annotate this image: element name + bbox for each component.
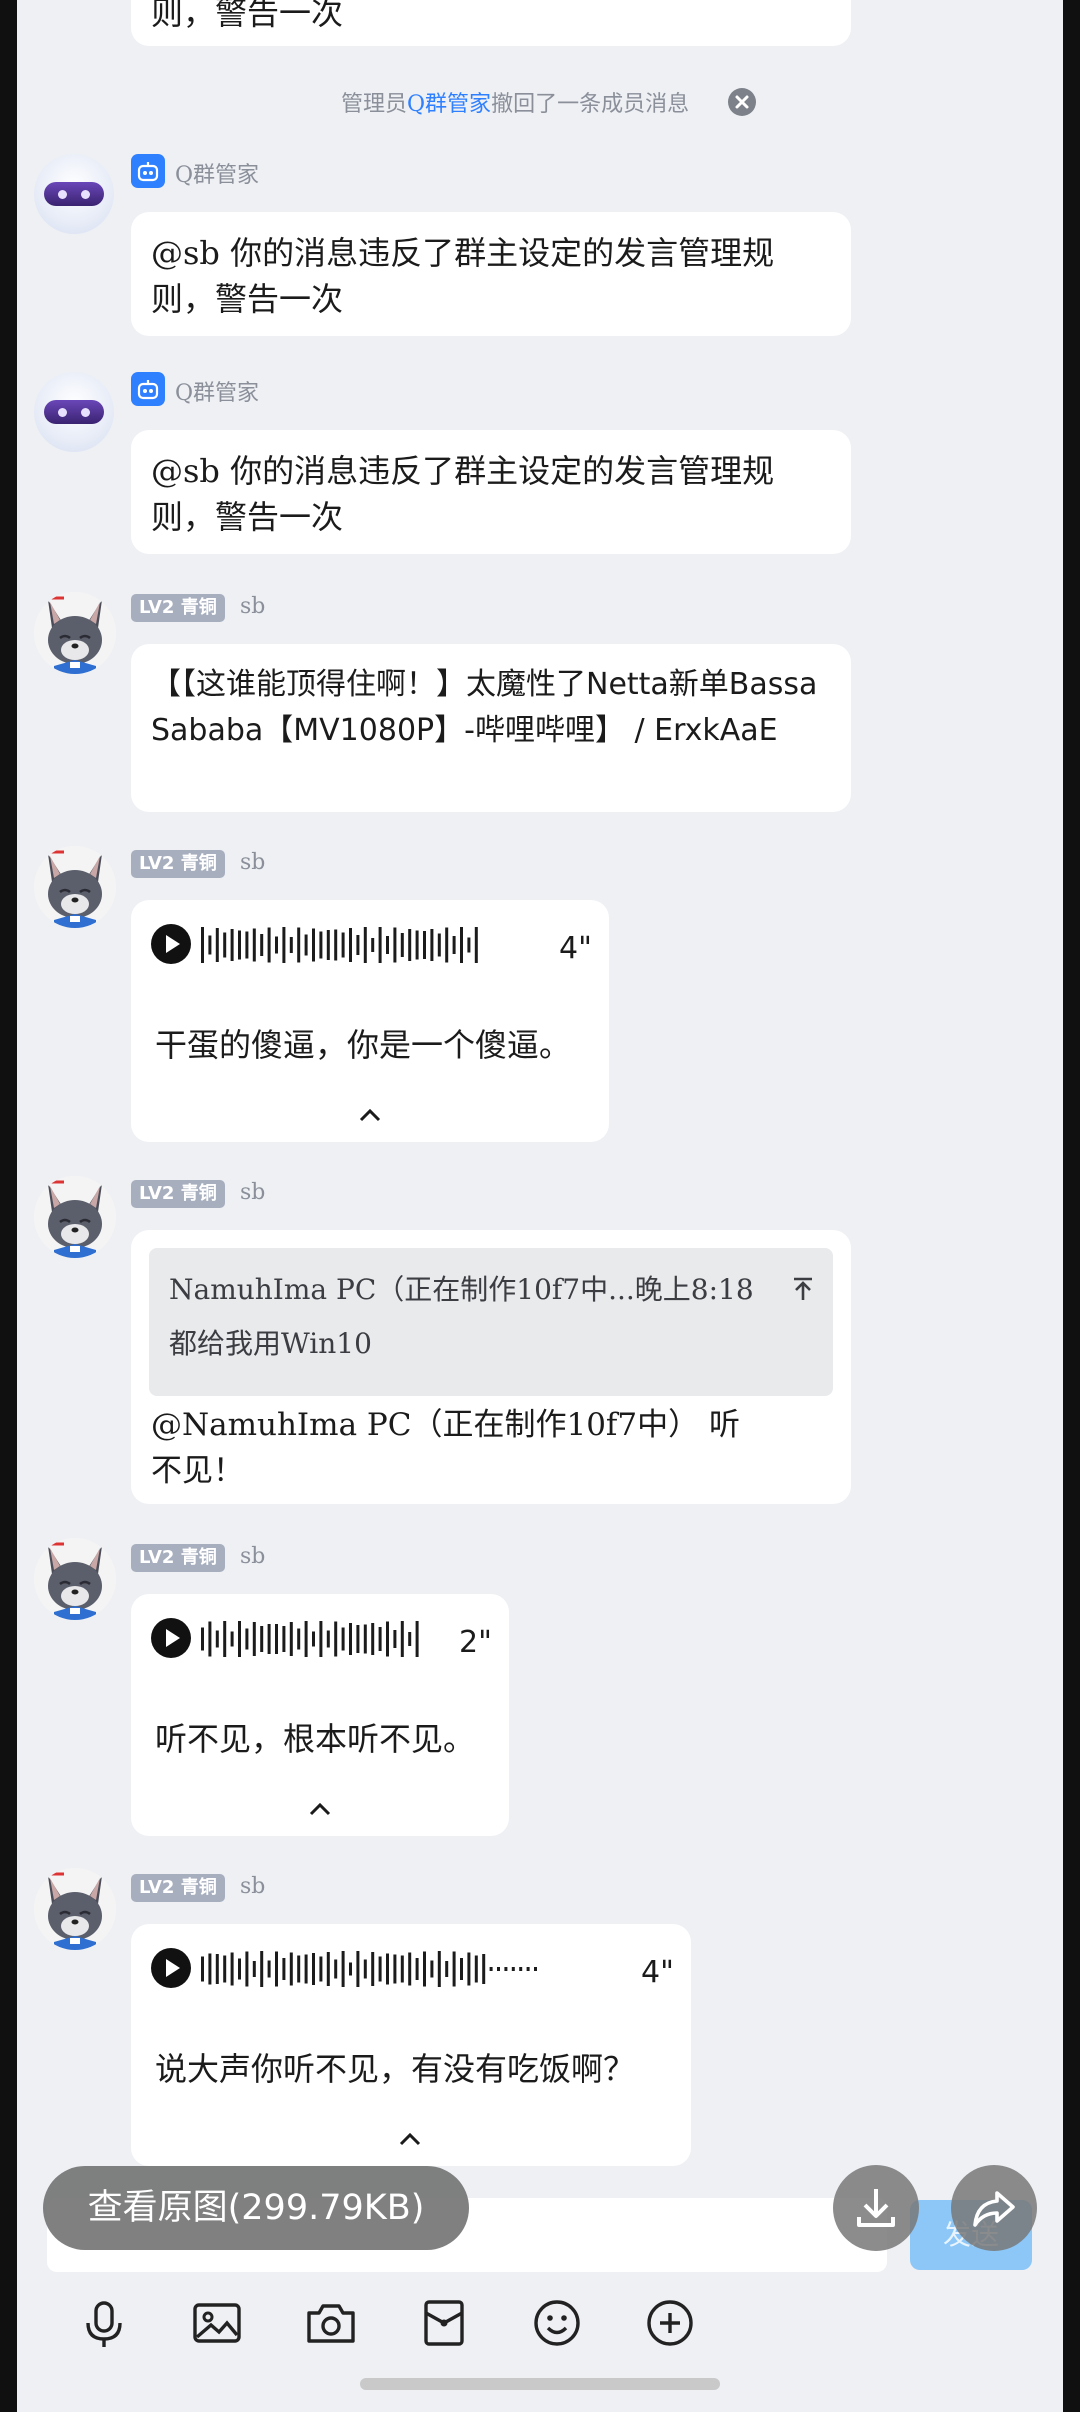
waveform	[201, 1951, 537, 1987]
user-avatar[interactable]	[34, 846, 116, 928]
image-icon[interactable]	[187, 2293, 247, 2353]
message-text: 则，警告一次	[151, 0, 344, 32]
red-packet-icon[interactable]	[414, 2293, 474, 2353]
waveform	[201, 1621, 419, 1657]
voice-duration: 4"	[559, 931, 592, 966]
plus-icon[interactable]	[640, 2293, 700, 2353]
sender-name[interactable]: sb	[240, 1180, 265, 1205]
quoted-message[interactable]: NamuhIma PC（正在制作10f7中...晚上8:18 都给我用Win10	[149, 1248, 833, 1396]
message-text: @sb 你的消息违反了群主设定的发言管理规则，警告一次	[151, 452, 775, 536]
jump-to-quote-icon[interactable]	[791, 1276, 815, 1302]
level-badge: LV2 青铜	[131, 1180, 225, 1208]
voice-duration: 2"	[459, 1625, 492, 1660]
voice-duration: 4"	[641, 1955, 674, 1990]
close-icon[interactable]	[728, 88, 756, 116]
voice-transcript: 说大声你听不见，有没有吃饭啊？	[155, 2050, 636, 2088]
sender-name[interactable]: Q群管家	[175, 157, 259, 189]
share-button[interactable]	[951, 2165, 1037, 2251]
sender-name[interactable]: Q群管家	[175, 375, 259, 407]
message-bubble-partial[interactable]: 则，警告一次	[131, 0, 851, 46]
play-icon[interactable]	[151, 1948, 191, 1988]
bot-avatar[interactable]	[34, 372, 114, 452]
quote-text: 都给我用Win10	[169, 1327, 372, 1360]
home-indicator[interactable]	[360, 2378, 720, 2390]
emoji-icon[interactable]	[527, 2293, 587, 2353]
camera-icon[interactable]	[301, 2293, 361, 2353]
level-badge: LV2 青铜	[131, 850, 225, 878]
waveform	[201, 927, 478, 963]
voice-transcript: 干蛋的傻逼，你是一个傻逼。	[155, 1026, 572, 1064]
play-icon[interactable]	[151, 1618, 191, 1658]
robot-icon	[131, 372, 165, 406]
user-avatar[interactable]	[34, 1868, 116, 1950]
system-notice: 管理员Q群管家撤回了一条成员消息	[341, 86, 689, 118]
sender-name[interactable]: sb	[240, 1544, 265, 1569]
chevron-up-icon[interactable]	[395, 2129, 425, 2149]
bot-avatar[interactable]	[34, 154, 114, 234]
system-notice-actor[interactable]: Q群管家	[407, 92, 491, 117]
voice-message-bubble[interactable]: 4" 干蛋的傻逼，你是一个傻逼。	[131, 900, 609, 1142]
download-button[interactable]	[833, 2165, 919, 2251]
user-avatar[interactable]	[34, 1176, 116, 1258]
message-bubble[interactable]: NamuhIma PC（正在制作10f7中...晚上8:18 都给我用Win10…	[131, 1230, 851, 1504]
download-icon	[857, 2189, 895, 2227]
level-badge: LV2 青铜	[131, 1874, 225, 1902]
view-original-image-button[interactable]: 查看原图(299.79KB)	[43, 2166, 469, 2250]
message-bubble[interactable]: 【【这谁能顶得住啊！】太魔性了Netta新单Bassa Sababa【MV108…	[131, 644, 851, 812]
chat-screen: 则，警告一次 管理员Q群管家撤回了一条成员消息 Q群管家 @sb 你的消息违反了…	[17, 0, 1063, 2412]
sender-name[interactable]: sb	[240, 594, 265, 619]
chevron-up-icon[interactable]	[355, 1105, 385, 1125]
microphone-icon[interactable]	[74, 2293, 134, 2353]
voice-message-bubble[interactable]: 2" 听不见，根本听不见。	[131, 1594, 509, 1836]
voice-transcript: 听不见，根本听不见。	[155, 1720, 476, 1758]
play-icon[interactable]	[151, 924, 191, 964]
message-text: @NamuhIma PC（正在制作10f7中） 听不见！	[151, 1407, 740, 1489]
level-badge: LV2 青铜	[131, 594, 225, 622]
quote-header: NamuhIma PC（正在制作10f7中...晚上8:18	[169, 1273, 754, 1306]
share-icon	[973, 2191, 1015, 2227]
message-bubble[interactable]: @sb 你的消息违反了群主设定的发言管理规则，警告一次	[131, 212, 851, 336]
sender-name[interactable]: sb	[240, 850, 265, 875]
system-notice-suffix: 撤回了一条成员消息	[491, 92, 690, 117]
voice-message-bubble[interactable]: 4" 说大声你听不见，有没有吃饭啊？	[131, 1924, 691, 2166]
sender-name[interactable]: sb	[240, 1874, 265, 1899]
message-bubble[interactable]: @sb 你的消息违反了群主设定的发言管理规则，警告一次	[131, 430, 851, 554]
robot-icon	[131, 154, 165, 188]
user-avatar[interactable]	[34, 592, 116, 674]
system-notice-prefix: 管理员	[341, 92, 408, 117]
message-text: @sb 你的消息违反了群主设定的发言管理规则，警告一次	[151, 234, 775, 318]
user-avatar[interactable]	[34, 1538, 116, 1620]
level-badge: LV2 青铜	[131, 1544, 225, 1572]
message-text: 【【这谁能顶得住啊！】太魔性了Netta新单Bassa Sababa【MV108…	[151, 667, 827, 748]
chevron-up-icon[interactable]	[305, 1799, 335, 1819]
